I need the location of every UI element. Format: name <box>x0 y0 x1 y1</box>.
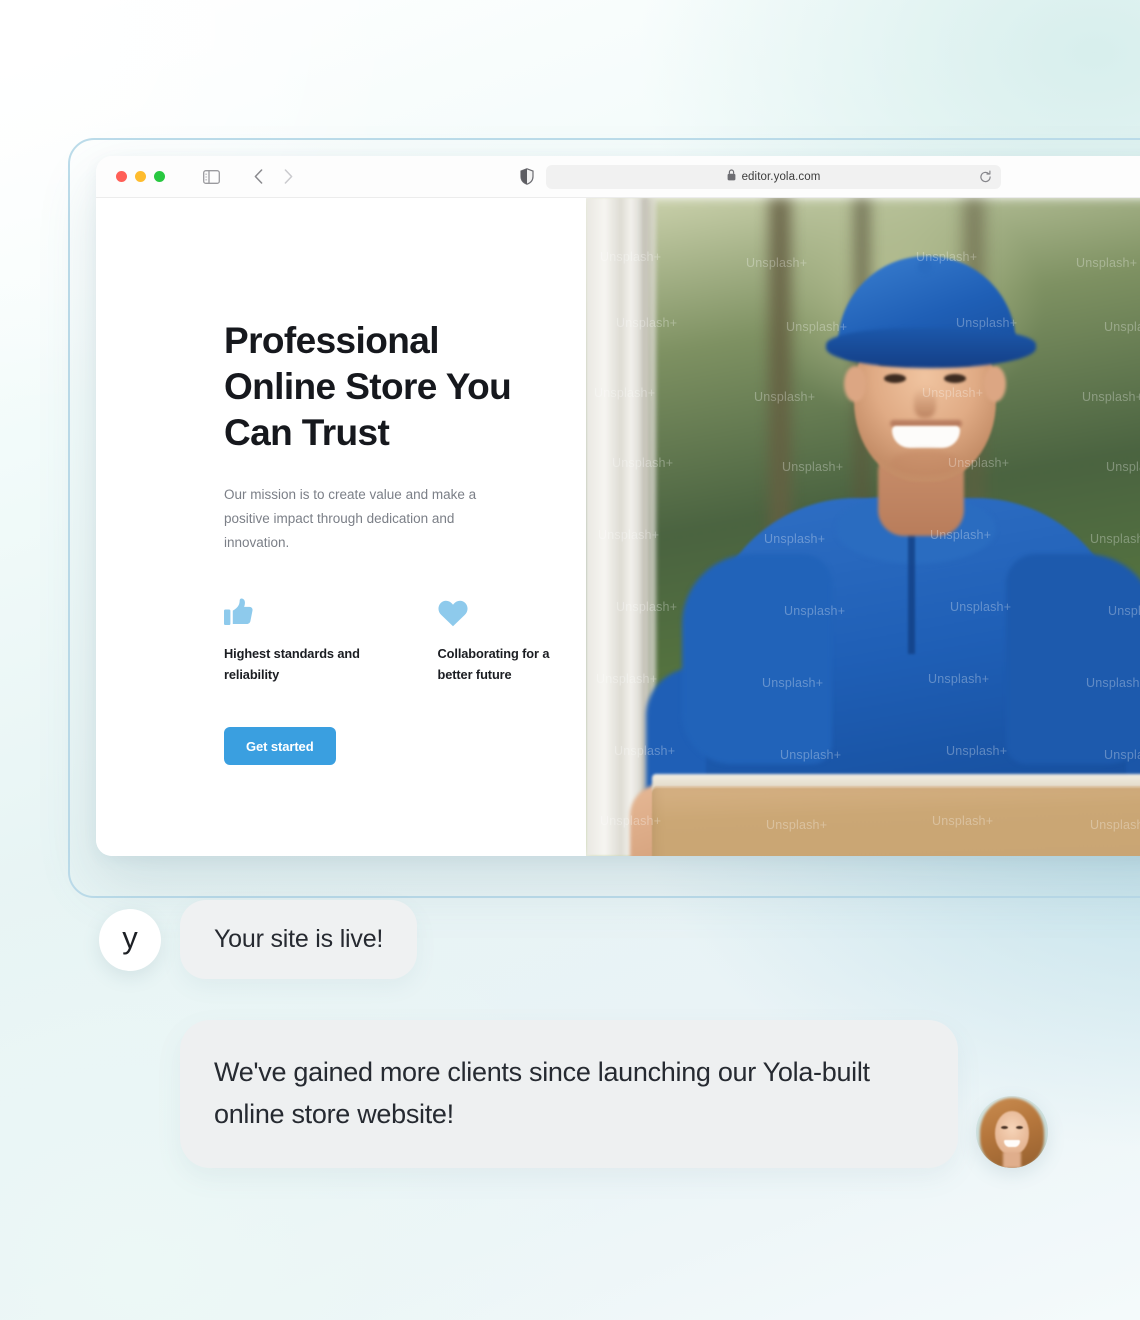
address-bar-content: editor.yola.com <box>727 168 821 186</box>
chat-message-row: We've gained more clients since launchin… <box>180 1020 1048 1168</box>
hero-text-column: Professional Online Store You Can Trust … <box>96 198 586 856</box>
yola-logo-letter: y <box>122 920 138 955</box>
website-preview: Professional Online Store You Can Trust … <box>96 198 1140 856</box>
chat-message-row: y Your site is live! <box>99 900 418 979</box>
feature-list: Highest standards and reliability Collab… <box>224 597 586 685</box>
chevron-right-icon[interactable] <box>280 167 296 187</box>
chevron-left-icon[interactable] <box>250 167 266 187</box>
chat-bubble-text: We've gained more clients since launchin… <box>214 1057 870 1129</box>
chat-bubble-system: Your site is live! <box>180 900 418 979</box>
reload-icon[interactable] <box>979 170 992 183</box>
feature-item: Collaborating for a better future <box>438 597 587 685</box>
url-text: editor.yola.com <box>741 170 821 183</box>
heart-icon <box>437 597 587 627</box>
thumbs-up-icon <box>224 597 373 627</box>
yola-avatar: y <box>99 908 161 971</box>
page-title: Professional Online Store You Can Trust <box>224 320 512 453</box>
page-root: editor.yola.com Professional Online Stor… <box>0 0 1140 1320</box>
chat-bubble-testimonial: We've gained more clients since launchin… <box>180 1020 958 1168</box>
minimize-window-button[interactable] <box>135 171 146 182</box>
delivery-man-photo: Unsplash+ Unsplash+ Unsplash+ Unsplash+ … <box>586 198 1140 856</box>
chat-bubble-text: Your site is live! <box>214 925 384 953</box>
get-started-button[interactable]: Get started <box>224 727 336 765</box>
browser-toolbar: editor.yola.com <box>96 156 1140 198</box>
traffic-lights <box>116 171 165 182</box>
feature-label: Highest standards and reliability <box>224 646 360 682</box>
feature-item: Highest standards and reliability <box>224 597 373 685</box>
browser-window: editor.yola.com Professional Online Stor… <box>96 156 1140 856</box>
hero-subheading: Our mission is to create value and make … <box>224 487 477 550</box>
sidebar-toggle-icon[interactable] <box>203 169 220 184</box>
navigation-buttons <box>250 167 296 187</box>
close-window-button[interactable] <box>116 171 127 182</box>
shield-icon[interactable] <box>520 168 534 185</box>
hero-image-column: Unsplash+ Unsplash+ Unsplash+ Unsplash+ … <box>586 198 1140 856</box>
url-zone: editor.yola.com <box>520 164 1140 189</box>
avatar <box>976 1096 1048 1168</box>
address-bar[interactable]: editor.yola.com <box>546 164 1001 189</box>
feature-label: Collaborating for a better future <box>437 646 550 682</box>
maximize-window-button[interactable] <box>154 171 165 182</box>
lock-icon <box>727 168 736 186</box>
